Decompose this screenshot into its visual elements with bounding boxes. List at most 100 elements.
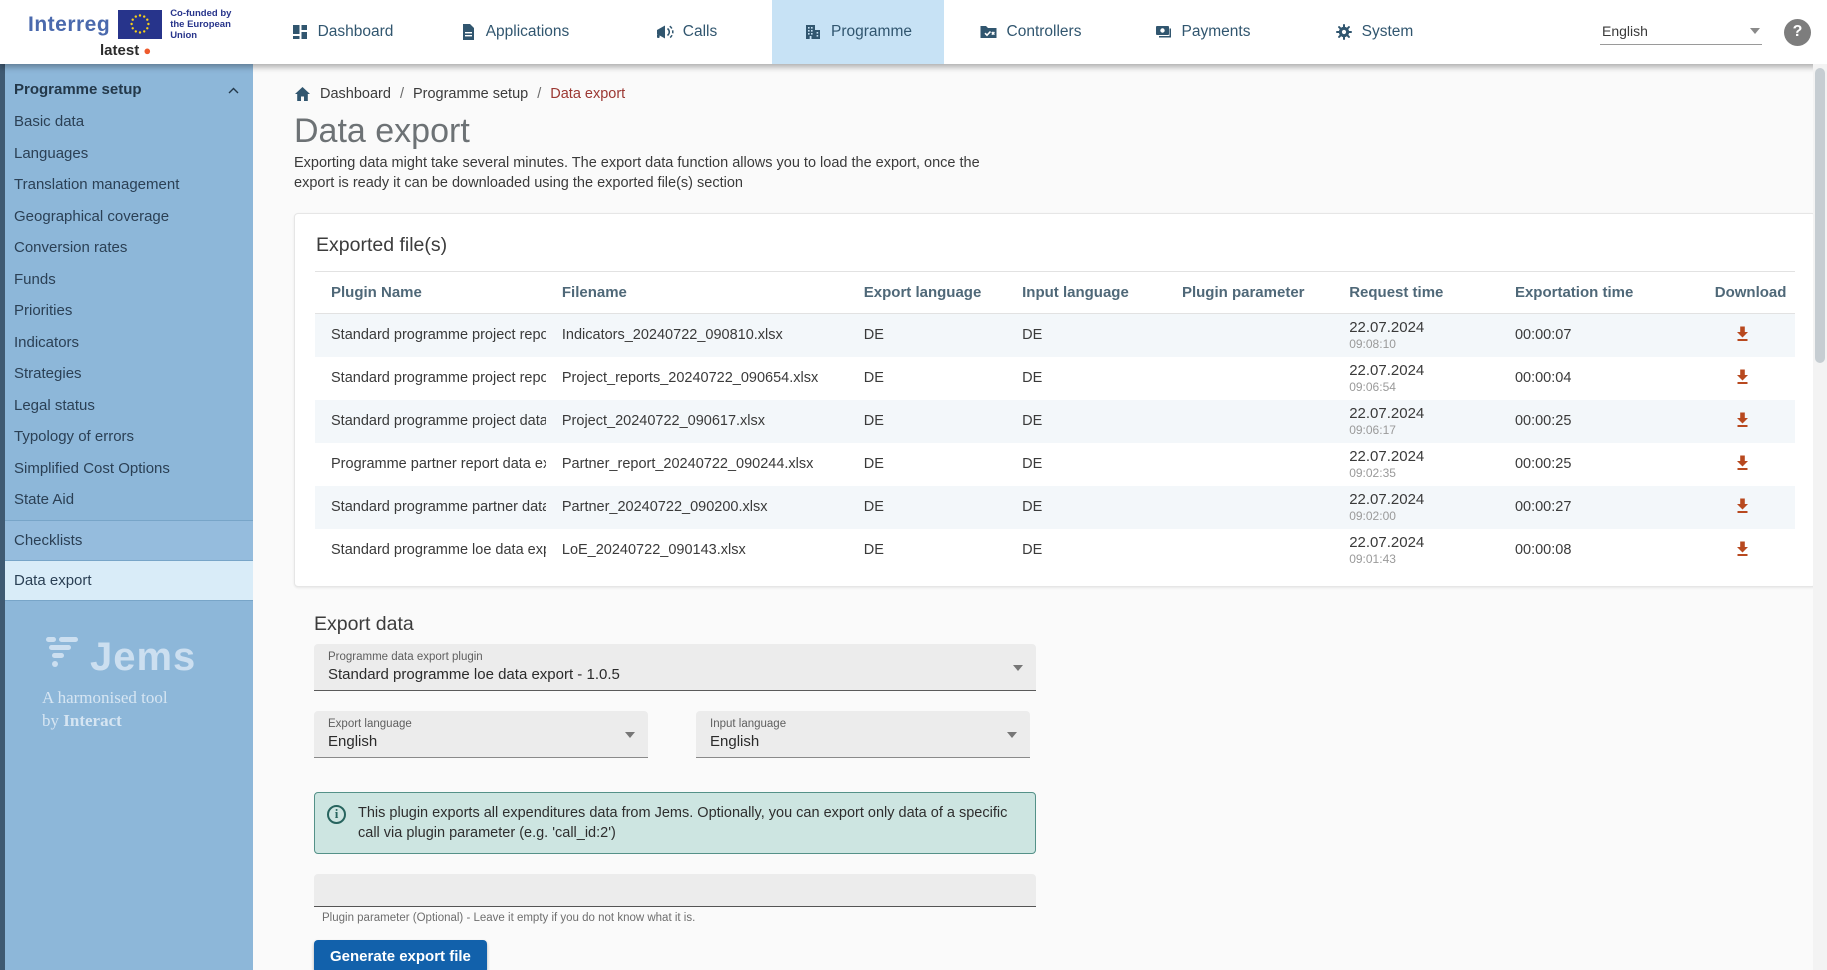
sidebar-item-funds[interactable]: Funds: [0, 264, 253, 296]
nav-controllers[interactable]: Controllers: [944, 0, 1116, 64]
col-exportation-time: Exportation time: [1499, 272, 1699, 314]
breadcrumb-dashboard[interactable]: Dashboard: [320, 86, 391, 102]
sidebar-item-translation-management[interactable]: Translation management: [0, 169, 253, 201]
input-language-value: English: [710, 733, 1000, 750]
plugin-parameter-input[interactable]: [314, 874, 1036, 907]
page-title: Data export: [294, 112, 1827, 151]
version-label: latest ●: [100, 42, 232, 59]
download-icon[interactable]: [1715, 496, 1752, 519]
sidebar-section-title: Programme setup: [14, 81, 142, 98]
cell-export-language: DE: [848, 443, 1006, 486]
plugin-select[interactable]: Programme data export plugin Standard pr…: [314, 644, 1036, 691]
language-select[interactable]: English: [1600, 19, 1762, 45]
nav-label: Applications: [486, 23, 570, 41]
export-data-section: Export data Programme data export plugin…: [314, 613, 1827, 970]
sidebar-item-basic-data[interactable]: Basic data: [0, 106, 253, 138]
nav-applications[interactable]: Applications: [428, 0, 600, 64]
cell-exportation-time: 00:00:25: [1499, 400, 1699, 443]
table-row: Standard programme loe data exp...LoE_20…: [315, 529, 1795, 572]
sidebar-item-geographical-coverage[interactable]: Geographical coverage: [0, 201, 253, 233]
input-language-select[interactable]: Input language English: [696, 711, 1030, 758]
applications-icon: [459, 23, 477, 41]
breadcrumb-current: Data export: [550, 86, 625, 102]
cell-request-time: 22.07.202409:06:54: [1333, 357, 1499, 400]
cell-download: [1699, 400, 1795, 443]
download-icon[interactable]: [1715, 367, 1752, 390]
nav-payments[interactable]: Payments: [1116, 0, 1288, 64]
language-select-value: English: [1602, 23, 1648, 39]
page-scrollbar[interactable]: [1813, 64, 1827, 970]
cell-input-language: DE: [1006, 443, 1166, 486]
cell-download: [1699, 443, 1795, 486]
cell-plugin-name: Programme partner report data ex...: [315, 443, 546, 486]
export-language-select[interactable]: Export language English: [314, 711, 648, 758]
sidebar-scrollbar[interactable]: [0, 64, 5, 970]
jems-branding: Jems A harmonised tool by Interact: [0, 631, 253, 732]
sidebar-item-data-export[interactable]: Data export: [0, 561, 253, 601]
download-icon[interactable]: [1715, 539, 1752, 562]
download-icon[interactable]: [1715, 453, 1752, 476]
sidebar-item-languages[interactable]: Languages: [0, 138, 253, 170]
scrollbar-thumb[interactable]: [1815, 68, 1825, 363]
chevron-up-icon[interactable]: [228, 81, 239, 98]
table-row: Standard programme partner data...Partne…: [315, 486, 1795, 529]
breadcrumb-separator: /: [537, 86, 541, 102]
cell-download: [1699, 529, 1795, 572]
sidebar-item-simplified-cost-options[interactable]: Simplified Cost Options: [0, 453, 253, 485]
sidebar-item-state-aid[interactable]: State Aid: [0, 484, 253, 516]
sidebar-item-conversion-rates[interactable]: Conversion rates: [0, 232, 253, 264]
page-subtitle: Exporting data might take several minute…: [294, 154, 984, 193]
nav-calls[interactable]: Calls: [600, 0, 772, 64]
exported-files-card: Exported file(s) Plugin Name Filename Ex…: [294, 213, 1816, 587]
controllers-icon: [979, 23, 998, 41]
chevron-down-icon: [1750, 28, 1760, 34]
cell-export-language: DE: [848, 486, 1006, 529]
cell-download: [1699, 357, 1795, 400]
nav-dashboard[interactable]: Dashboard: [256, 0, 428, 64]
cell-filename: Project_reports_20240722_090654.xlsx: [546, 357, 848, 400]
sidebar-item-priorities[interactable]: Priorities: [0, 295, 253, 327]
table-row: Programme partner report data ex...Partn…: [315, 443, 1795, 486]
help-icon[interactable]: ?: [1784, 19, 1811, 46]
download-icon[interactable]: [1715, 410, 1752, 433]
sidebar-item-typology-of-errors[interactable]: Typology of errors: [0, 421, 253, 453]
info-icon: i: [327, 805, 346, 824]
generate-export-button[interactable]: Generate export file: [314, 940, 487, 970]
sidebar-item-strategies[interactable]: Strategies: [0, 358, 253, 390]
plugin-info-text: This plugin exports all expenditures dat…: [358, 803, 1019, 843]
sidebar-item-legal-status[interactable]: Legal status: [0, 390, 253, 422]
cell-exportation-time: 00:00:04: [1499, 357, 1699, 400]
sidebar-item-indicators[interactable]: Indicators: [0, 327, 253, 359]
sidebar-item-checklists[interactable]: Checklists: [0, 521, 253, 561]
plugin-select-value: Standard programme loe data export - 1.0…: [328, 666, 1006, 683]
sidebar-section-programme-setup[interactable]: Programme setup: [0, 64, 253, 106]
cell-export-language: DE: [848, 357, 1006, 400]
cofunded-text: Co-funded by the European Union: [170, 8, 232, 41]
sidebar-menu: Basic dataLanguagesTranslation managemen…: [0, 106, 253, 516]
table-header-row: Plugin Name Filename Export language Inp…: [315, 272, 1795, 314]
cell-filename: Partner_20240722_090200.xlsx: [546, 486, 848, 529]
exported-files-heading: Exported file(s): [316, 234, 1795, 257]
cell-request-time: 22.07.202409:08:10: [1333, 314, 1499, 357]
exported-files-tbody: Standard programme project repo...Indica…: [315, 314, 1795, 572]
sidebar-menu-other: ChecklistsData export: [0, 520, 253, 601]
cell-request-time: 22.07.202409:06:17: [1333, 400, 1499, 443]
cell-request-time: 22.07.202409:01:43: [1333, 529, 1499, 572]
cell-plugin-name: Standard programme project data ...: [315, 400, 546, 443]
programme-icon: [804, 23, 822, 41]
payments-icon: [1154, 23, 1173, 41]
jems-tagline: A harmonised tool by Interact: [42, 686, 253, 732]
breadcrumb-programme-setup[interactable]: Programme setup: [413, 86, 528, 102]
cell-plugin-parameter: [1166, 400, 1333, 443]
nav-programme[interactable]: Programme: [772, 0, 944, 64]
cell-plugin-name: Standard programme partner data...: [315, 486, 546, 529]
jems-logo-text: Jems: [90, 638, 196, 676]
home-icon[interactable]: [294, 86, 311, 102]
table-row: Standard programme project repo...Projec…: [315, 357, 1795, 400]
download-icon[interactable]: [1715, 324, 1752, 347]
nav-system[interactable]: System: [1288, 0, 1460, 64]
cell-filename: Partner_report_20240722_090244.xlsx: [546, 443, 848, 486]
export-language-value: English: [328, 733, 618, 750]
cell-filename: Project_20240722_090617.xlsx: [546, 400, 848, 443]
cell-plugin-name: Standard programme project repo...: [315, 357, 546, 400]
